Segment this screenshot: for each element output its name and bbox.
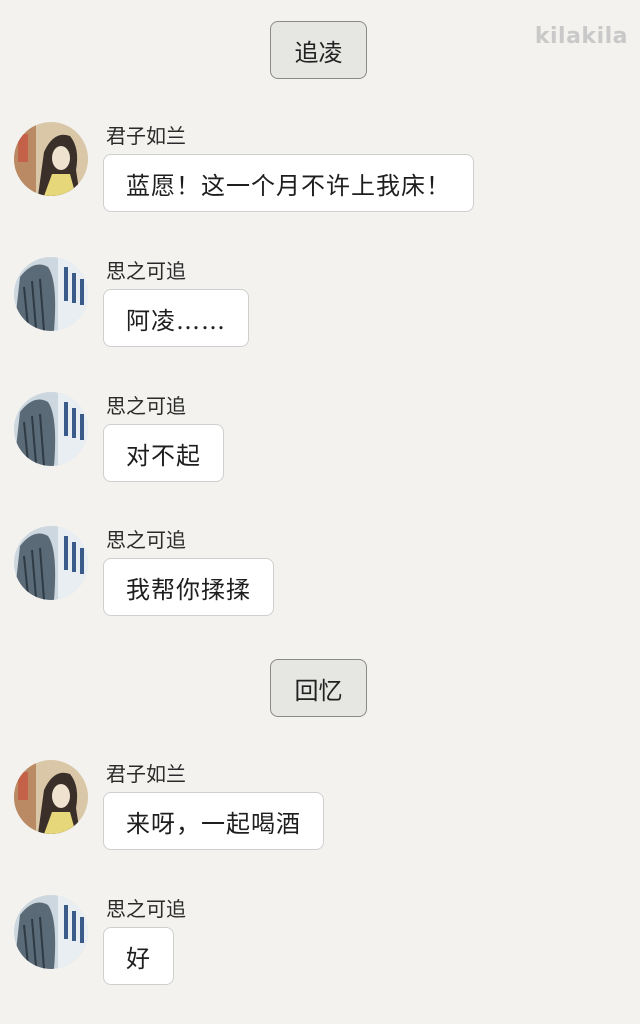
- sender-name: 君子如兰: [106, 124, 186, 148]
- chat-message: 思之可追 阿凌……: [0, 255, 640, 355]
- chat-message: 思之可追 我帮你揉揉: [0, 524, 640, 624]
- sender-name: 思之可追: [106, 259, 186, 283]
- chat-log: 追凌 君子如兰 蓝愿！这一个月不许上我床！ 思之可追 阿凌…… 思之可追 对不起…: [0, 0, 640, 1024]
- message-bubble[interactable]: 我帮你揉揉: [103, 558, 274, 616]
- chat-message: 思之可追 对不起: [0, 390, 640, 490]
- sender-name: 思之可追: [106, 897, 186, 921]
- lan-sizhui-avatar-icon[interactable]: [14, 392, 88, 466]
- jin-ling-avatar-icon[interactable]: [14, 760, 88, 834]
- chat-message: 君子如兰 蓝愿！这一个月不许上我床！: [0, 120, 640, 220]
- lan-sizhui-avatar-icon[interactable]: [14, 895, 88, 969]
- message-bubble[interactable]: 好: [103, 927, 174, 985]
- section-tag: 回忆: [270, 659, 367, 717]
- jin-ling-avatar-icon[interactable]: [14, 122, 88, 196]
- sender-name: 思之可追: [106, 528, 186, 552]
- chat-message: 君子如兰 来呀，一起喝酒: [0, 758, 640, 858]
- sender-name: 君子如兰: [106, 762, 186, 786]
- message-bubble[interactable]: 阿凌……: [103, 289, 249, 347]
- lan-sizhui-avatar-icon[interactable]: [14, 526, 88, 600]
- message-bubble[interactable]: 对不起: [103, 424, 224, 482]
- message-bubble[interactable]: 来呀，一起喝酒: [103, 792, 324, 850]
- sender-name: 思之可追: [106, 394, 186, 418]
- lan-sizhui-avatar-icon[interactable]: [14, 257, 88, 331]
- chat-message: 思之可追 好: [0, 893, 640, 993]
- section-tag: 追凌: [270, 21, 367, 79]
- message-bubble[interactable]: 蓝愿！这一个月不许上我床！: [103, 154, 474, 212]
